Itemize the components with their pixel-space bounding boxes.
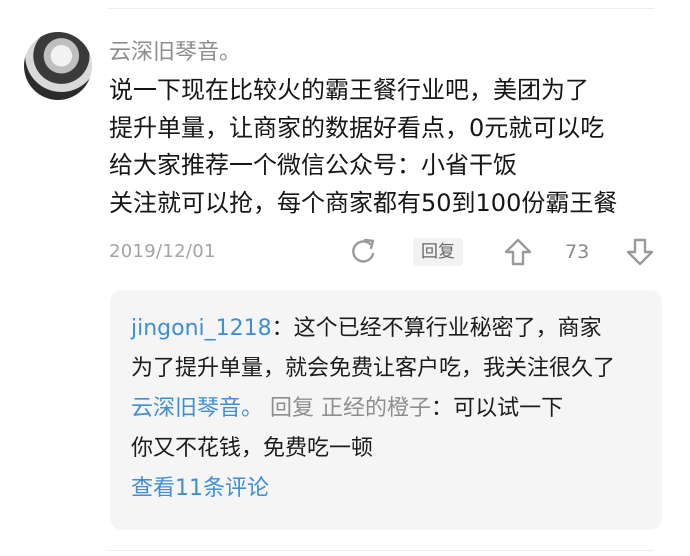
comment-line: 关注就可以抢，每个商家都有50到100份霸王餐	[109, 188, 618, 217]
reply-separator: ：	[271, 316, 294, 341]
comment-line: 说一下现在比较火的霸王餐行业吧，美团为了	[109, 76, 589, 104]
reply-thread: jingoni_1218：这个已经不算行业秘密了，商家 为了提升单量，就会免费让…	[110, 290, 662, 530]
reply-word: 回复	[270, 396, 315, 421]
avatar[interactable]	[24, 32, 92, 100]
bottom-divider	[108, 550, 654, 551]
comment-line: 提升单量，让商家的数据好看点，0元就可以吃	[109, 113, 605, 142]
comment-date: 2019/12/01	[109, 241, 216, 262]
reply-button[interactable]: 回复	[413, 238, 463, 266]
reply-user-link[interactable]: jingoni_1218	[131, 316, 272, 341]
thumbs-up-arrow-icon[interactable]	[503, 237, 533, 267]
comment-author[interactable]: 云深旧琴音。	[109, 34, 241, 66]
view-more-comments-link[interactable]: 查看11条评论	[131, 469, 615, 509]
comment-actions: 2019/12/01 回复 73	[109, 236, 669, 272]
comment-line: 给大家推荐一个微信公众号：小省干饭	[109, 151, 517, 179]
top-divider	[108, 8, 654, 9]
comment-body: 说一下现在比较火的霸王餐行业吧，美团为了 提升单量，让商家的数据好看点，0元就可…	[109, 72, 669, 222]
like-count: 73	[565, 241, 590, 263]
thumbs-down-arrow-icon[interactable]	[625, 237, 655, 267]
reply-user-link[interactable]: 云深旧琴音。	[131, 396, 263, 421]
reply-text-line: 为了提升单量，就会免费让客户吃，我关注很久了	[131, 356, 616, 381]
reply-item: 云深旧琴音。 回复 正经的橙子：可以试一下	[131, 389, 615, 429]
share-icon[interactable]	[349, 236, 379, 266]
reply-target-link[interactable]: 正经的橙子	[321, 396, 431, 421]
reply-separator: ：	[431, 396, 454, 421]
reply-text: 可以试一下	[453, 396, 564, 421]
reply-text: 这个已经不算行业秘密了，商家	[293, 316, 602, 341]
reply-text-line: 你又不花钱，免费吃一顿	[131, 436, 374, 461]
reply-item: jingoni_1218：这个已经不算行业秘密了，商家	[131, 309, 615, 349]
